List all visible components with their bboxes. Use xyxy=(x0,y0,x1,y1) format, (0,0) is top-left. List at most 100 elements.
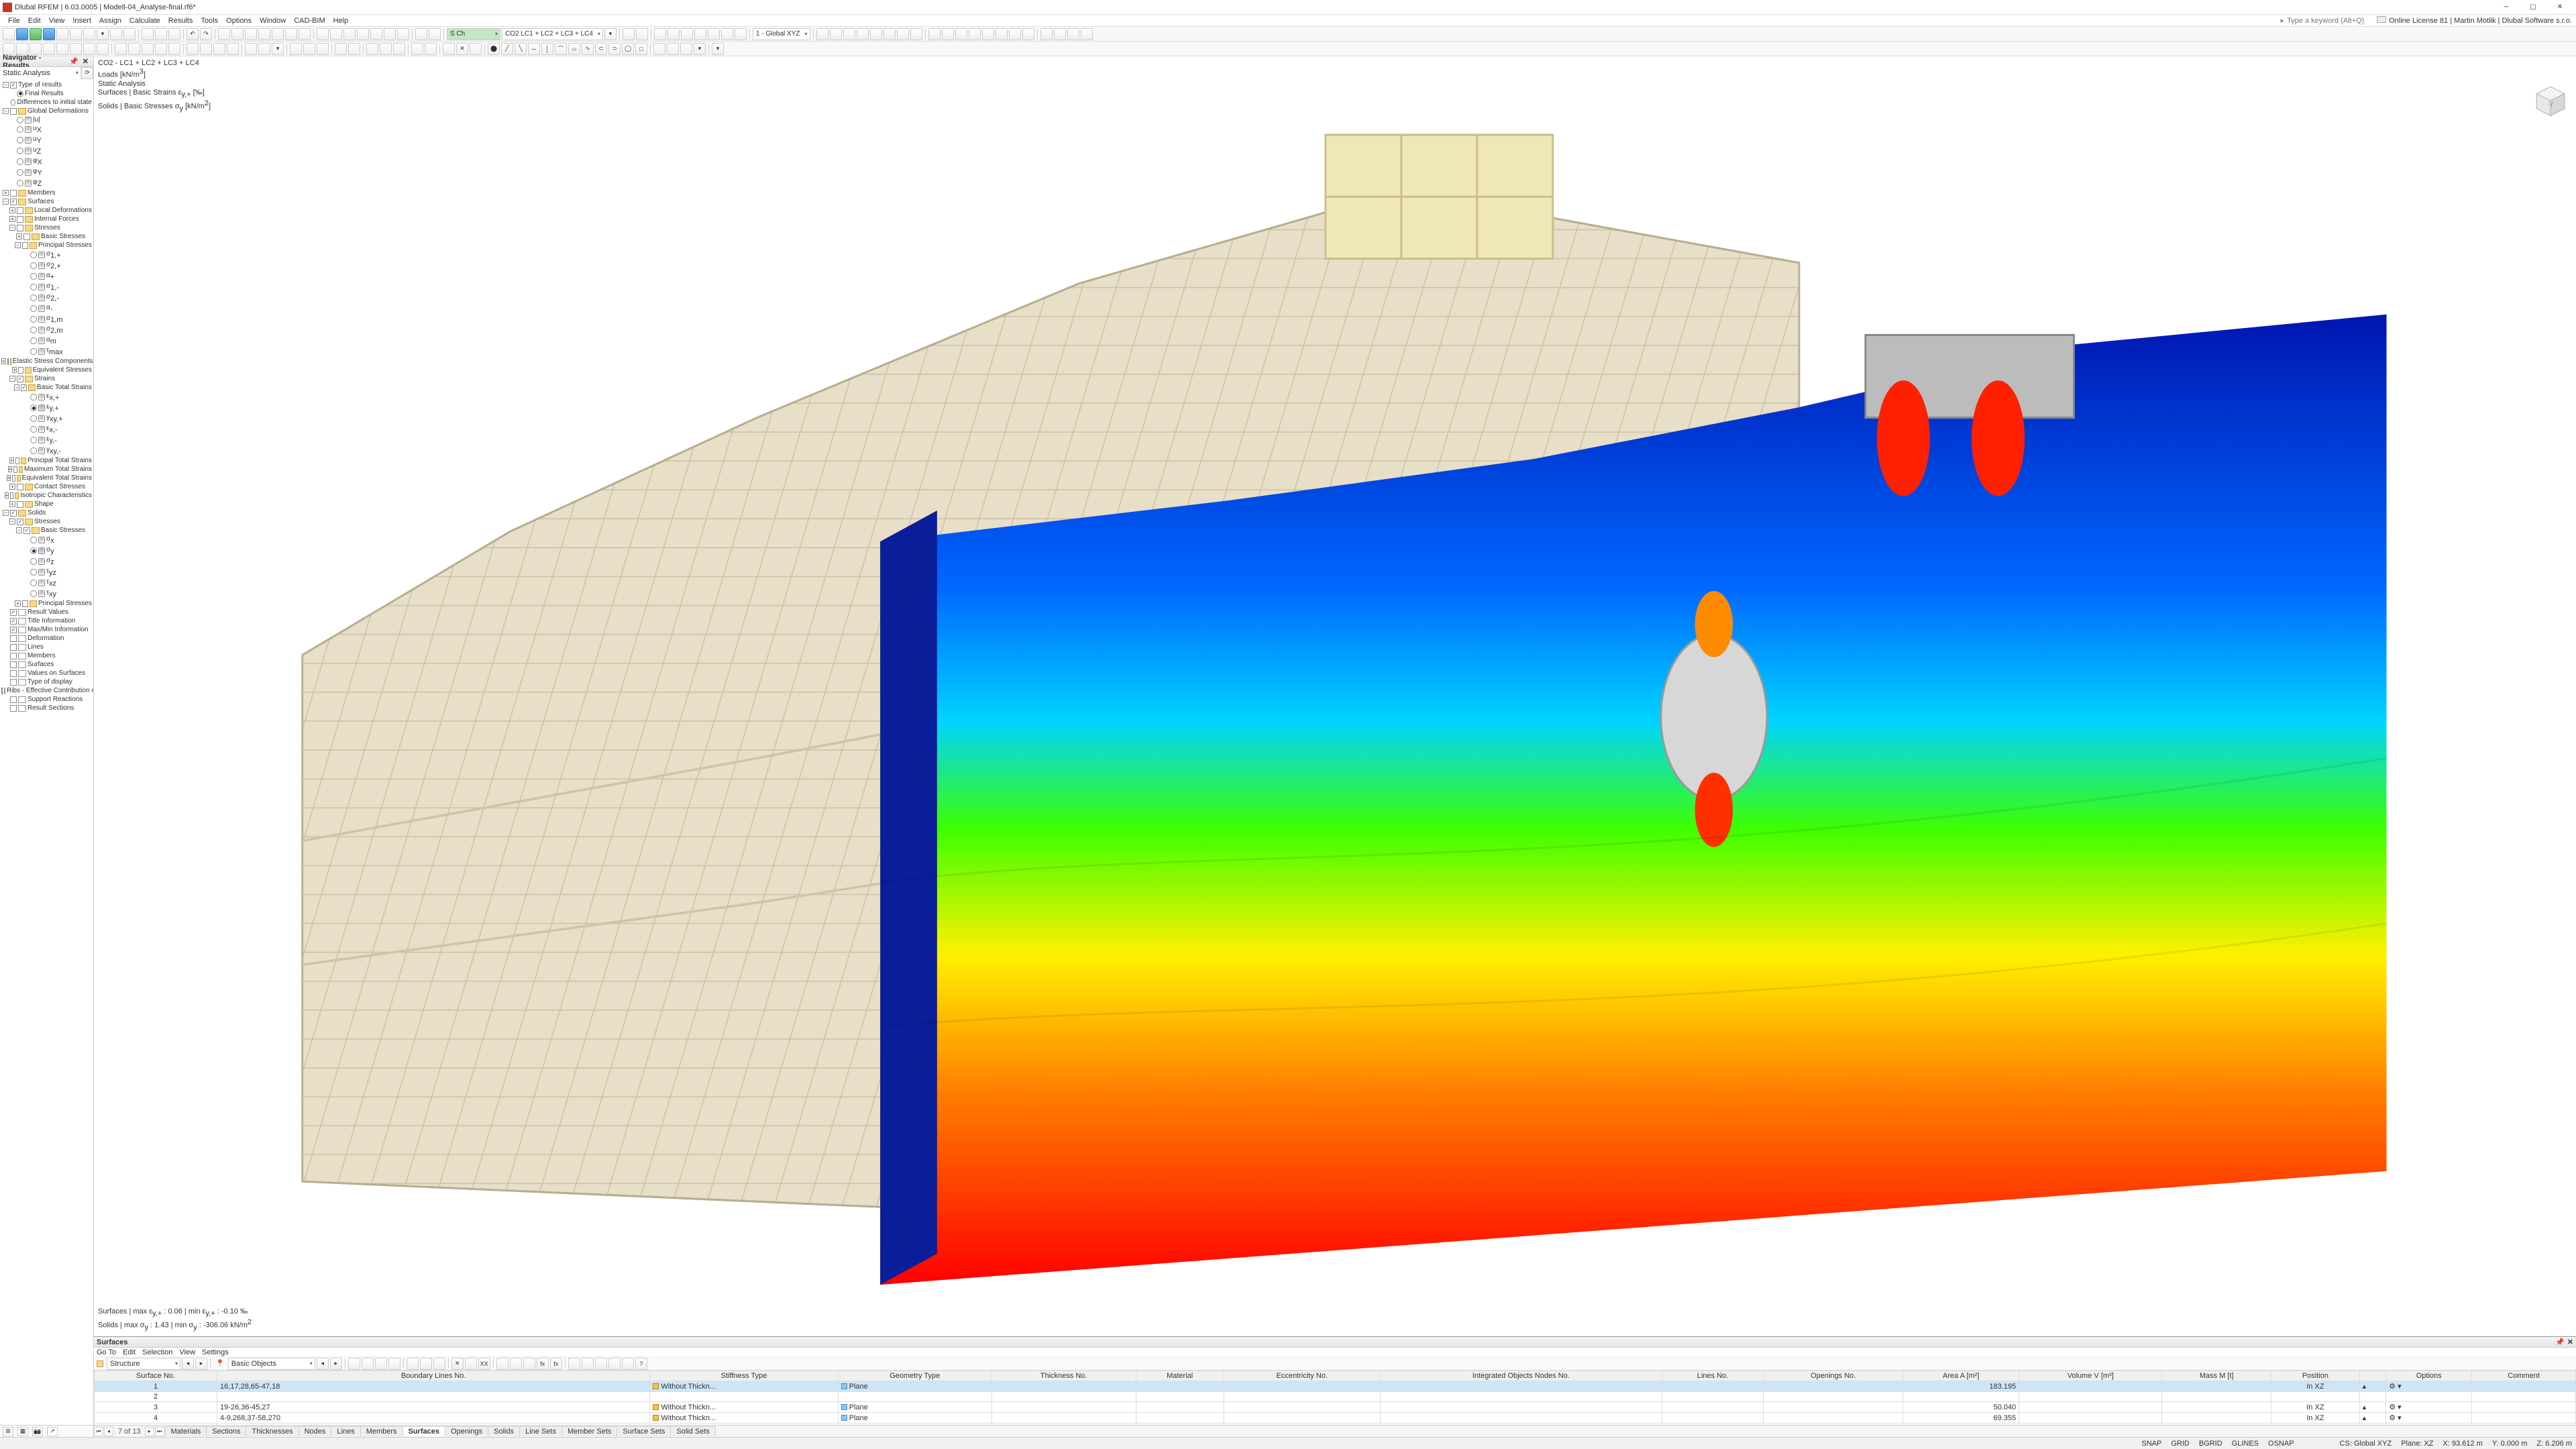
refresh-icon[interactable]: ⟳ xyxy=(81,67,93,79)
panel-tb-btn[interactable] xyxy=(510,1358,522,1370)
tree-checkbox[interactable] xyxy=(7,358,9,365)
toolbar-button[interactable]: □ xyxy=(635,43,647,55)
eye-icon[interactable] xyxy=(38,580,45,586)
toolbar-button[interactable] xyxy=(348,43,360,55)
tree-radio[interactable] xyxy=(30,590,37,597)
toolbar-button[interactable] xyxy=(83,43,95,55)
table-row[interactable]: 2 xyxy=(95,1392,2576,1402)
tree-node[interactable]: uY xyxy=(0,135,93,146)
tree-node[interactable]: φY xyxy=(0,167,93,178)
toolbar-button[interactable] xyxy=(115,43,127,55)
tree-checkbox[interactable] xyxy=(10,644,17,651)
status-osnap[interactable]: OSNAP xyxy=(2268,1440,2294,1448)
tree-node[interactable]: γxy,- xyxy=(0,445,93,456)
tree-node[interactable]: εy,+ xyxy=(0,402,93,413)
toolbar-button[interactable]: ✕ xyxy=(456,43,468,55)
tree-radio[interactable] xyxy=(30,327,37,333)
tree-node[interactable]: σ1,m xyxy=(0,314,93,325)
tree-toggle[interactable]: + xyxy=(1,358,6,364)
tree-node[interactable]: αm xyxy=(0,335,93,346)
toolbar-button[interactable] xyxy=(16,28,28,40)
menu-edit[interactable]: Edit xyxy=(24,16,45,25)
panel-tb-btn[interactable] xyxy=(388,1358,400,1370)
tree-node[interactable]: σy xyxy=(0,545,93,556)
tree-checkbox[interactable] xyxy=(15,458,19,464)
tree-checkbox[interactable] xyxy=(17,484,23,490)
tree-checkbox[interactable] xyxy=(10,627,17,633)
tree-node[interactable]: +Isotropic Characteristics xyxy=(0,491,93,500)
toolbar-button[interactable] xyxy=(681,28,693,40)
toolbar-button[interactable]: ⬤ xyxy=(488,43,500,55)
menu-help[interactable]: Help xyxy=(329,16,353,25)
surfaces-table[interactable]: Surface No.Boundary Lines No.Stiffness T… xyxy=(94,1371,2576,1425)
tree-checkbox[interactable] xyxy=(10,696,17,703)
tree-node[interactable]: −Global Deformations xyxy=(0,107,93,115)
eye-icon[interactable] xyxy=(38,316,45,323)
tree-node[interactable]: τyz xyxy=(0,567,93,578)
minimize-button[interactable]: ─ xyxy=(2493,1,2520,14)
tree-node[interactable]: τxz xyxy=(0,578,93,588)
tree-radio[interactable] xyxy=(30,316,37,323)
toolbar-button[interactable] xyxy=(680,43,692,55)
tree-toggle[interactable]: + xyxy=(5,492,9,498)
menu-window[interactable]: Window xyxy=(256,16,290,25)
menu-file[interactable]: File xyxy=(4,16,24,25)
tree-toggle[interactable]: − xyxy=(3,82,9,88)
tree-radio[interactable] xyxy=(17,148,23,154)
status-bgrid[interactable]: BGRID xyxy=(2199,1440,2222,1448)
panel-menu-selection[interactable]: Selection xyxy=(142,1348,172,1356)
menu-tools[interactable]: Tools xyxy=(197,16,222,25)
col-header[interactable]: Boundary Lines No. xyxy=(217,1371,650,1381)
tree-checkbox[interactable] xyxy=(10,705,17,712)
panel-tb-btn[interactable] xyxy=(465,1358,477,1370)
tree-radio[interactable] xyxy=(30,394,37,400)
tree-checkbox[interactable] xyxy=(23,527,30,534)
eye-icon[interactable] xyxy=(38,590,45,597)
panel-menu-go-to[interactable]: Go To xyxy=(97,1348,116,1356)
tab-members[interactable]: Members xyxy=(360,1426,403,1436)
panel-tb-btn[interactable] xyxy=(375,1358,387,1370)
toolbar-button[interactable] xyxy=(245,43,257,55)
tree-toggle[interactable]: + xyxy=(7,475,11,481)
col-header[interactable]: Integrated Objects Nodes No. xyxy=(1380,1371,1662,1381)
toolbar-button[interactable] xyxy=(366,43,378,55)
panel-tb-btn[interactable] xyxy=(496,1358,508,1370)
tree-checkbox[interactable] xyxy=(10,199,17,205)
toolbar-button[interactable] xyxy=(343,28,356,40)
toolbar-button[interactable] xyxy=(969,28,981,40)
eye-icon[interactable] xyxy=(38,348,45,355)
tree-node[interactable]: α+ xyxy=(0,271,93,282)
eye-icon[interactable] xyxy=(38,426,45,433)
tree-checkbox[interactable] xyxy=(23,233,30,240)
tree-toggle[interactable]: − xyxy=(9,519,15,525)
tree-checkbox[interactable] xyxy=(10,492,13,499)
tree-node[interactable]: α- xyxy=(0,303,93,314)
tree-node[interactable]: −Strains xyxy=(0,374,93,383)
panel-close-icon[interactable]: ✕ xyxy=(2567,1338,2573,1346)
tree-toggle[interactable]: + xyxy=(8,466,13,472)
eye-icon[interactable] xyxy=(38,415,45,422)
tree-node[interactable]: σ1,- xyxy=(0,282,93,292)
tree-node[interactable]: +Maximum Total Strains xyxy=(0,465,93,474)
tab-member-sets[interactable]: Member Sets xyxy=(561,1426,617,1436)
eye-icon[interactable] xyxy=(38,284,45,290)
tree-checkbox[interactable] xyxy=(10,661,17,668)
tree-toggle[interactable]: + xyxy=(15,600,20,606)
tree-radio[interactable] xyxy=(17,180,23,186)
tree-radio[interactable] xyxy=(30,558,37,565)
col-header[interactable]: Eccentricity No. xyxy=(1224,1371,1380,1381)
eye-icon[interactable] xyxy=(38,547,45,554)
tree-checkbox[interactable] xyxy=(10,108,17,115)
tree-checkbox[interactable] xyxy=(10,670,17,677)
toolbar-combo[interactable]: 1 - Global XYZ xyxy=(753,28,810,40)
toolbar-button[interactable]: ⊂ xyxy=(595,43,607,55)
eye-icon[interactable] xyxy=(38,262,45,269)
toolbar-button[interactable] xyxy=(83,28,95,40)
toolbar-button[interactable]: ▾ xyxy=(272,43,284,55)
panel-tb-btn[interactable] xyxy=(622,1358,634,1370)
eye-icon[interactable] xyxy=(38,437,45,443)
toolbar-button[interactable] xyxy=(996,28,1008,40)
panel-tb-btn[interactable]: fx xyxy=(537,1358,549,1370)
toolbar-button[interactable] xyxy=(443,43,455,55)
toolbar-button[interactable] xyxy=(380,43,392,55)
